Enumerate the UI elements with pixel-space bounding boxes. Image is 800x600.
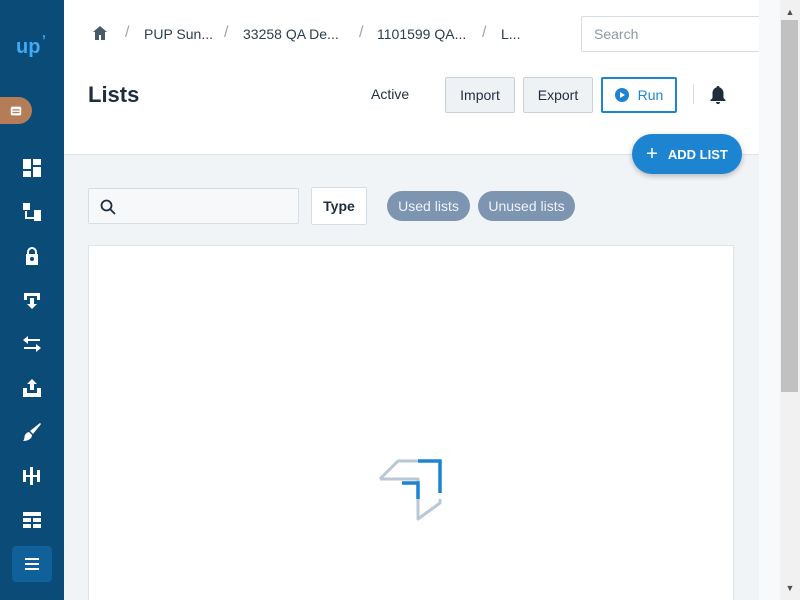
brush-icon — [23, 423, 41, 441]
import-button[interactable]: Import — [445, 77, 515, 113]
sidebar-item-customize[interactable] — [12, 414, 52, 450]
breadcrumb-item[interactable]: 33258 QA De... — [243, 26, 339, 42]
breadcrumb-item[interactable]: 1101599 QA... — [377, 26, 466, 42]
run-button-label: Run — [637, 87, 664, 103]
flow-icon — [23, 467, 40, 485]
app-logo[interactable]: up ʼ — [16, 32, 50, 66]
table-icon — [23, 512, 41, 528]
play-icon — [614, 88, 629, 102]
sidebar-item-transfer[interactable] — [12, 326, 52, 362]
download-icon — [24, 293, 40, 309]
add-list-label: ADD LIST — [667, 146, 728, 162]
bell-icon[interactable] — [709, 85, 727, 105]
breadcrumb-separator: / — [125, 24, 130, 41]
sidebar-item-upload[interactable] — [12, 370, 52, 406]
dashboard-icon — [23, 159, 41, 177]
page-title: Lists — [88, 82, 140, 107]
sidebar: up ʼ — [0, 0, 64, 600]
divider — [693, 84, 694, 104]
status-label: Active — [371, 86, 410, 102]
sidebar-item-tables[interactable] — [12, 502, 52, 538]
scroll-down-icon[interactable]: ▼ — [780, 578, 800, 598]
run-button[interactable]: Run — [601, 77, 677, 113]
breadcrumb-item[interactable]: L... — [501, 26, 520, 42]
breadcrumb-separator: / — [482, 24, 487, 41]
breadcrumb-separator: / — [224, 24, 229, 41]
type-filter-button[interactable]: Type — [311, 187, 367, 225]
breadcrumb-separator: / — [359, 24, 364, 41]
chip-unused-lists[interactable]: Unused lists — [478, 191, 575, 221]
sidebar-item-security[interactable] — [12, 238, 52, 274]
search-icon — [100, 199, 116, 215]
lock-icon — [26, 247, 38, 265]
sidebar-item-flows[interactable] — [12, 458, 52, 494]
search-input[interactable]: Search — [581, 16, 761, 52]
home-icon[interactable] — [92, 25, 108, 41]
sidebar-item-hierarchy[interactable] — [12, 194, 52, 230]
sidebar-item-download[interactable] — [12, 282, 52, 318]
sidebar-item-lists[interactable] — [12, 546, 52, 582]
scrollbar-thumb[interactable] — [781, 20, 798, 392]
hierarchy-icon — [23, 203, 41, 221]
list-search-input[interactable] — [88, 188, 299, 224]
sidebar-item-dashboard[interactable] — [12, 150, 52, 186]
org-switcher[interactable] — [0, 97, 32, 124]
chip-used-lists[interactable]: Used lists — [387, 191, 470, 221]
swap-icon — [23, 336, 41, 352]
org-icon — [10, 106, 22, 115]
plus-icon: + — [646, 143, 658, 165]
lists-panel — [88, 245, 734, 600]
page-margin — [759, 0, 780, 600]
upload-icon — [23, 379, 41, 397]
loading-spinner-icon — [378, 459, 442, 521]
breadcrumb-item[interactable]: PUP Sun... — [144, 26, 213, 42]
export-button[interactable]: Export — [523, 77, 593, 113]
list-icon — [25, 558, 39, 570]
page-header: / PUP Sun... / 33258 QA De... / 1101599 … — [64, 0, 761, 155]
add-list-button[interactable]: + ADD LIST — [632, 134, 742, 174]
scroll-up-icon[interactable]: ▲ — [780, 2, 800, 22]
